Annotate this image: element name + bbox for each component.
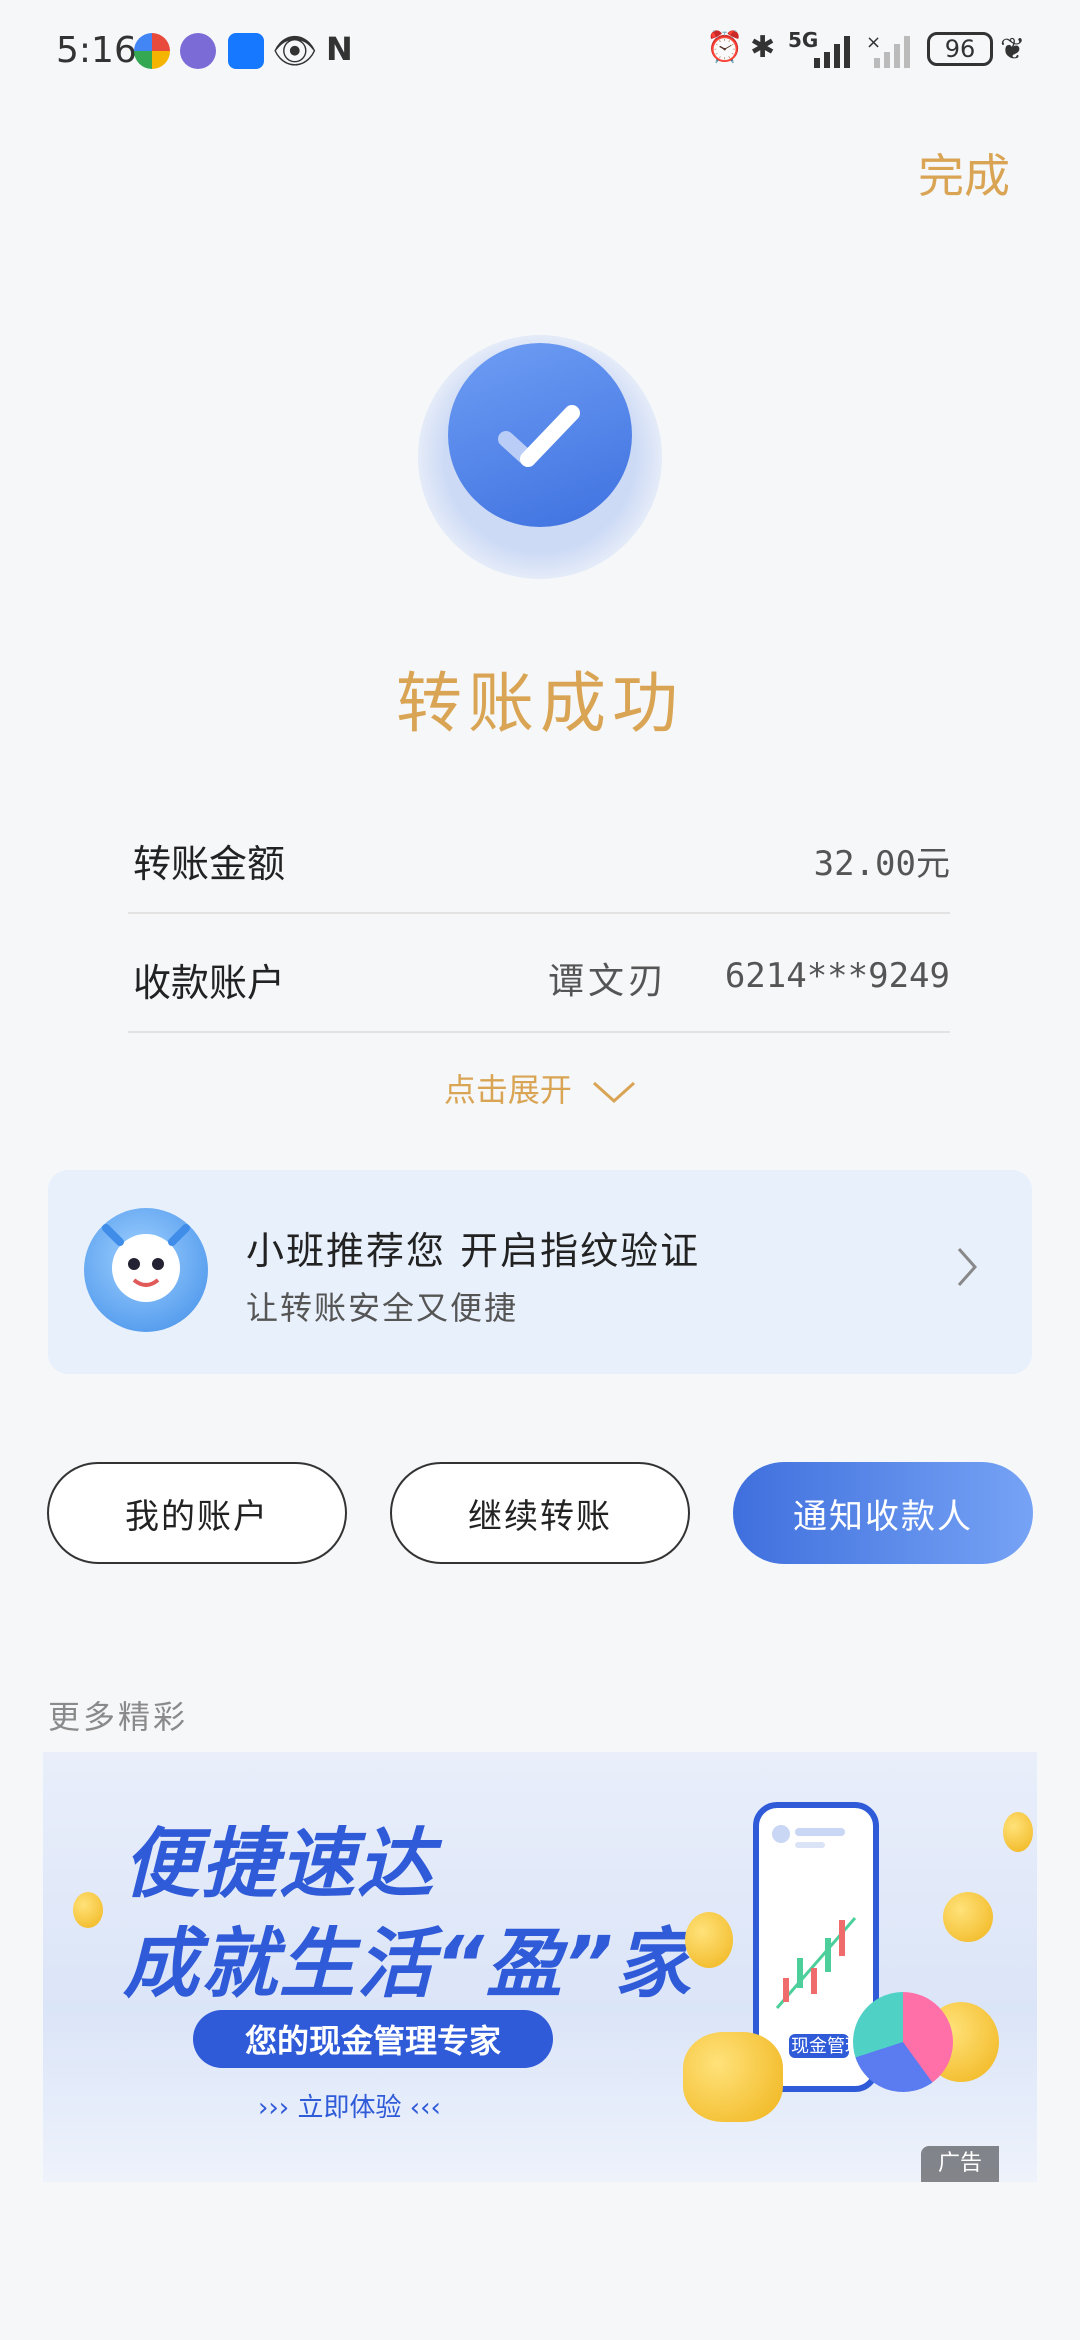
result-title: 转账成功 (396, 665, 684, 742)
banner-headline-2: 成就生活“盈”家 (123, 1919, 693, 2008)
amount-value: 32.00元 (813, 844, 950, 884)
coin-stack-icon (683, 2032, 783, 2122)
banner-pill: 您的现金管理专家 (193, 2010, 553, 2068)
promo-subtitle: 让转账安全又便捷 (246, 1289, 519, 1327)
my-account-button[interactable]: 我的账户 (47, 1462, 347, 1564)
expand-details-button[interactable]: 点击展开 (0, 1065, 1080, 1111)
amount-label: 转账金额 (133, 842, 286, 886)
coin-icon (685, 1912, 733, 1968)
chevron-right-icon (955, 1245, 979, 1301)
continue-transfer-button[interactable]: 继续转账 (390, 1462, 690, 1564)
alarm-icon: ⏰ (706, 30, 744, 65)
notify-payee-button[interactable]: 通知收款人 (733, 1462, 1033, 1564)
mascot-avatar (84, 1208, 208, 1332)
coin-icon (73, 1892, 103, 1928)
nfc-icon: Ν (326, 30, 353, 68)
expand-label: 点击展开 (443, 1071, 572, 1109)
payee-account: 6214***9249 (724, 956, 950, 996)
payee-name: 谭文刃 (548, 961, 669, 1002)
ad-banner[interactable]: 便捷速达 成就生活“盈”家 您的现金管理专家 ››› 立即体验 ‹‹‹ 现金管理 (43, 1752, 1037, 2182)
donut-chart-icon (853, 1992, 953, 2092)
coin-icon (943, 1892, 993, 1942)
app-notification-icon (228, 33, 264, 69)
banner-cta: ››› 立即体验 ‹‹‹ (258, 2093, 441, 2123)
success-check-icon (448, 343, 632, 527)
svg-text:×: × (866, 34, 881, 53)
done-button[interactable]: 完成 (918, 140, 1010, 206)
app-notification-icon (134, 33, 170, 69)
payee-label: 收款账户 (133, 961, 286, 1005)
battery-indicator: 96 (927, 32, 993, 66)
signal-bars-icon (814, 36, 850, 68)
promo-title: 小班推荐您 开启指纹验证 (246, 1229, 701, 1273)
chevron-down-icon (593, 1081, 636, 1103)
ad-tag: 广告 (921, 2146, 999, 2182)
eye-icon: 👁 (272, 31, 318, 72)
app-notification-icon (180, 33, 216, 69)
divider (128, 1031, 950, 1033)
leaf-icon: ❦ (1000, 32, 1026, 67)
divider (128, 912, 950, 914)
signal-bars-empty-icon: × (866, 34, 910, 68)
bluetooth-icon: ✱ (750, 30, 776, 65)
coin-icon (1003, 1812, 1033, 1852)
banner-headline-1: 便捷速达 (123, 1819, 435, 1908)
more-section-label: 更多精彩 (48, 1698, 189, 1736)
status-time: 5:16 (56, 30, 137, 71)
status-bar: 5:16 👁 Ν ⏰ ✱ 5G × 96 ❦ (0, 0, 1080, 100)
